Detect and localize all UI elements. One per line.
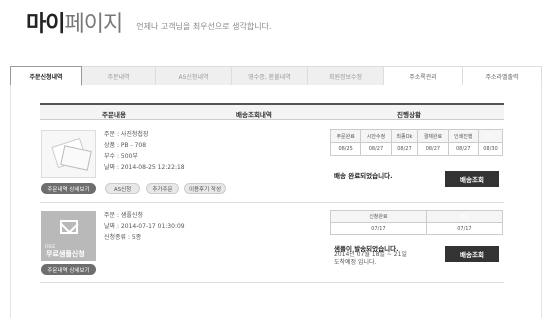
tab-address-labels[interactable]: 주소라벨출력 bbox=[463, 66, 542, 85]
step-label: 주문완료 bbox=[329, 129, 362, 143]
delivery-estimate-line1: 2014년 07월 18일 ~ 21일 bbox=[334, 251, 407, 258]
order1-item: 상품 : PB - 708 bbox=[104, 142, 147, 149]
page-title-light: 페이지 bbox=[64, 12, 123, 37]
step-date: 08/27 bbox=[390, 142, 419, 156]
track-shipment-button[interactable]: 배송조회 bbox=[445, 246, 499, 262]
reorder-button[interactable]: 추가주문 bbox=[146, 183, 179, 194]
envelope-icon bbox=[60, 220, 78, 234]
step-label: 인쇄진행 bbox=[447, 129, 479, 143]
header-shipping: 배송조회내역 bbox=[236, 111, 272, 119]
write-review-button[interactable]: 이용후기 작성 bbox=[184, 183, 226, 194]
as-request-button[interactable]: AS신청 bbox=[105, 183, 140, 194]
order-detail-button[interactable]: 주문내역 상세보기 bbox=[41, 264, 96, 275]
step-date: 08/30 bbox=[477, 142, 504, 156]
mypage-tabs: 주문신청내역 주문내역 AS신청내역 영수증, 환불내역 회원정보수정 주소록관… bbox=[10, 66, 542, 86]
invitation-card-image-2 bbox=[60, 145, 92, 171]
step-date: 08/25 bbox=[329, 142, 362, 156]
tab-member-info[interactable]: 회원정보수정 bbox=[308, 66, 384, 85]
order-detail-button[interactable]: 주문내역 상세보기 bbox=[41, 183, 96, 194]
order-thumbnail-invitation bbox=[41, 130, 96, 178]
step-label-current: 발송 bbox=[425, 210, 504, 223]
order2-info: 주문 : 샘플신청 날짜 : 2014-07-17 01:30:09 신청종류 … bbox=[104, 210, 185, 243]
delivery-estimate-line2: 도착예정 입니다. bbox=[334, 259, 377, 266]
step-label: 최종Ok bbox=[390, 129, 419, 143]
step-label-current: 발송 bbox=[477, 129, 504, 143]
order-table-header: 주문내용 배송조회내역 진행상황 bbox=[40, 103, 504, 120]
step-label: 시안수정 bbox=[360, 129, 392, 143]
step-date: 08/27 bbox=[360, 142, 392, 156]
page-header: 마이페이지 언제나 고객님을 최우선으로 생각합니다. bbox=[26, 4, 272, 38]
page-subtitle: 언제나 고객님을 최우선으로 생각합니다. bbox=[136, 22, 272, 31]
order1-product: 주문 : 사진청첩장 bbox=[104, 131, 149, 138]
step-date: 07/17 bbox=[425, 222, 504, 235]
page-title-bold: 마이 bbox=[26, 12, 65, 37]
step-date: 07/17 bbox=[330, 222, 427, 235]
order2-type: 신청종류 : 5종 bbox=[104, 234, 142, 241]
order2-delivery-estimate: 2014년 07월 18일 ~ 21일 도착예정 입니다. bbox=[334, 251, 407, 267]
order1-progress-table: 주문완료 시안수정 최종Ok 결제완료 인쇄진행 발송 08/25 08/27 … bbox=[329, 129, 504, 156]
header-progress: 진행상황 bbox=[397, 111, 421, 119]
order2-progress-table: 신청완료 발송 07/17 07/17 bbox=[330, 210, 504, 235]
step-label: 결제완료 bbox=[417, 129, 449, 143]
header-order-content: 주문내용 bbox=[102, 111, 126, 119]
track-shipment-button[interactable]: 배송조회 bbox=[445, 171, 499, 187]
step-date: 08/27 bbox=[447, 142, 479, 156]
tab-orders[interactable]: 주문내역 bbox=[82, 66, 156, 85]
order2-product: 주문 : 샘플신청 bbox=[104, 212, 143, 219]
tab-address-book[interactable]: 주소록관리 bbox=[384, 66, 463, 85]
step-date: 08/27 bbox=[417, 142, 449, 156]
tab-as-requests[interactable]: AS신청내역 bbox=[156, 66, 232, 85]
tab-order-requests[interactable]: 주문신청내역 bbox=[10, 66, 82, 86]
step-label: 신청완료 bbox=[330, 210, 427, 223]
order1-quantity: 부수 : 500부 bbox=[104, 153, 138, 160]
order1-date: 날짜 : 2014-08-25 12:22:18 bbox=[104, 164, 185, 171]
free-sample-label: 무료샘플신청 bbox=[46, 250, 85, 258]
row-divider bbox=[40, 282, 504, 283]
page-title: 마이페이지 bbox=[26, 6, 123, 38]
row-divider bbox=[40, 202, 504, 203]
tab-receipts-refunds[interactable]: 영수증, 환불내역 bbox=[232, 66, 308, 85]
order2-date: 날짜 : 2014-07-17 01:30:09 bbox=[104, 223, 185, 230]
order1-info: 주문 : 사진청첩장 상품 : PB - 708 부수 : 500부 날짜 : … bbox=[104, 129, 185, 173]
order1-status-message: 배송 완료되었습니다. bbox=[334, 172, 393, 180]
order-thumbnail-sample: FREE 무료샘플신청 bbox=[41, 211, 96, 261]
